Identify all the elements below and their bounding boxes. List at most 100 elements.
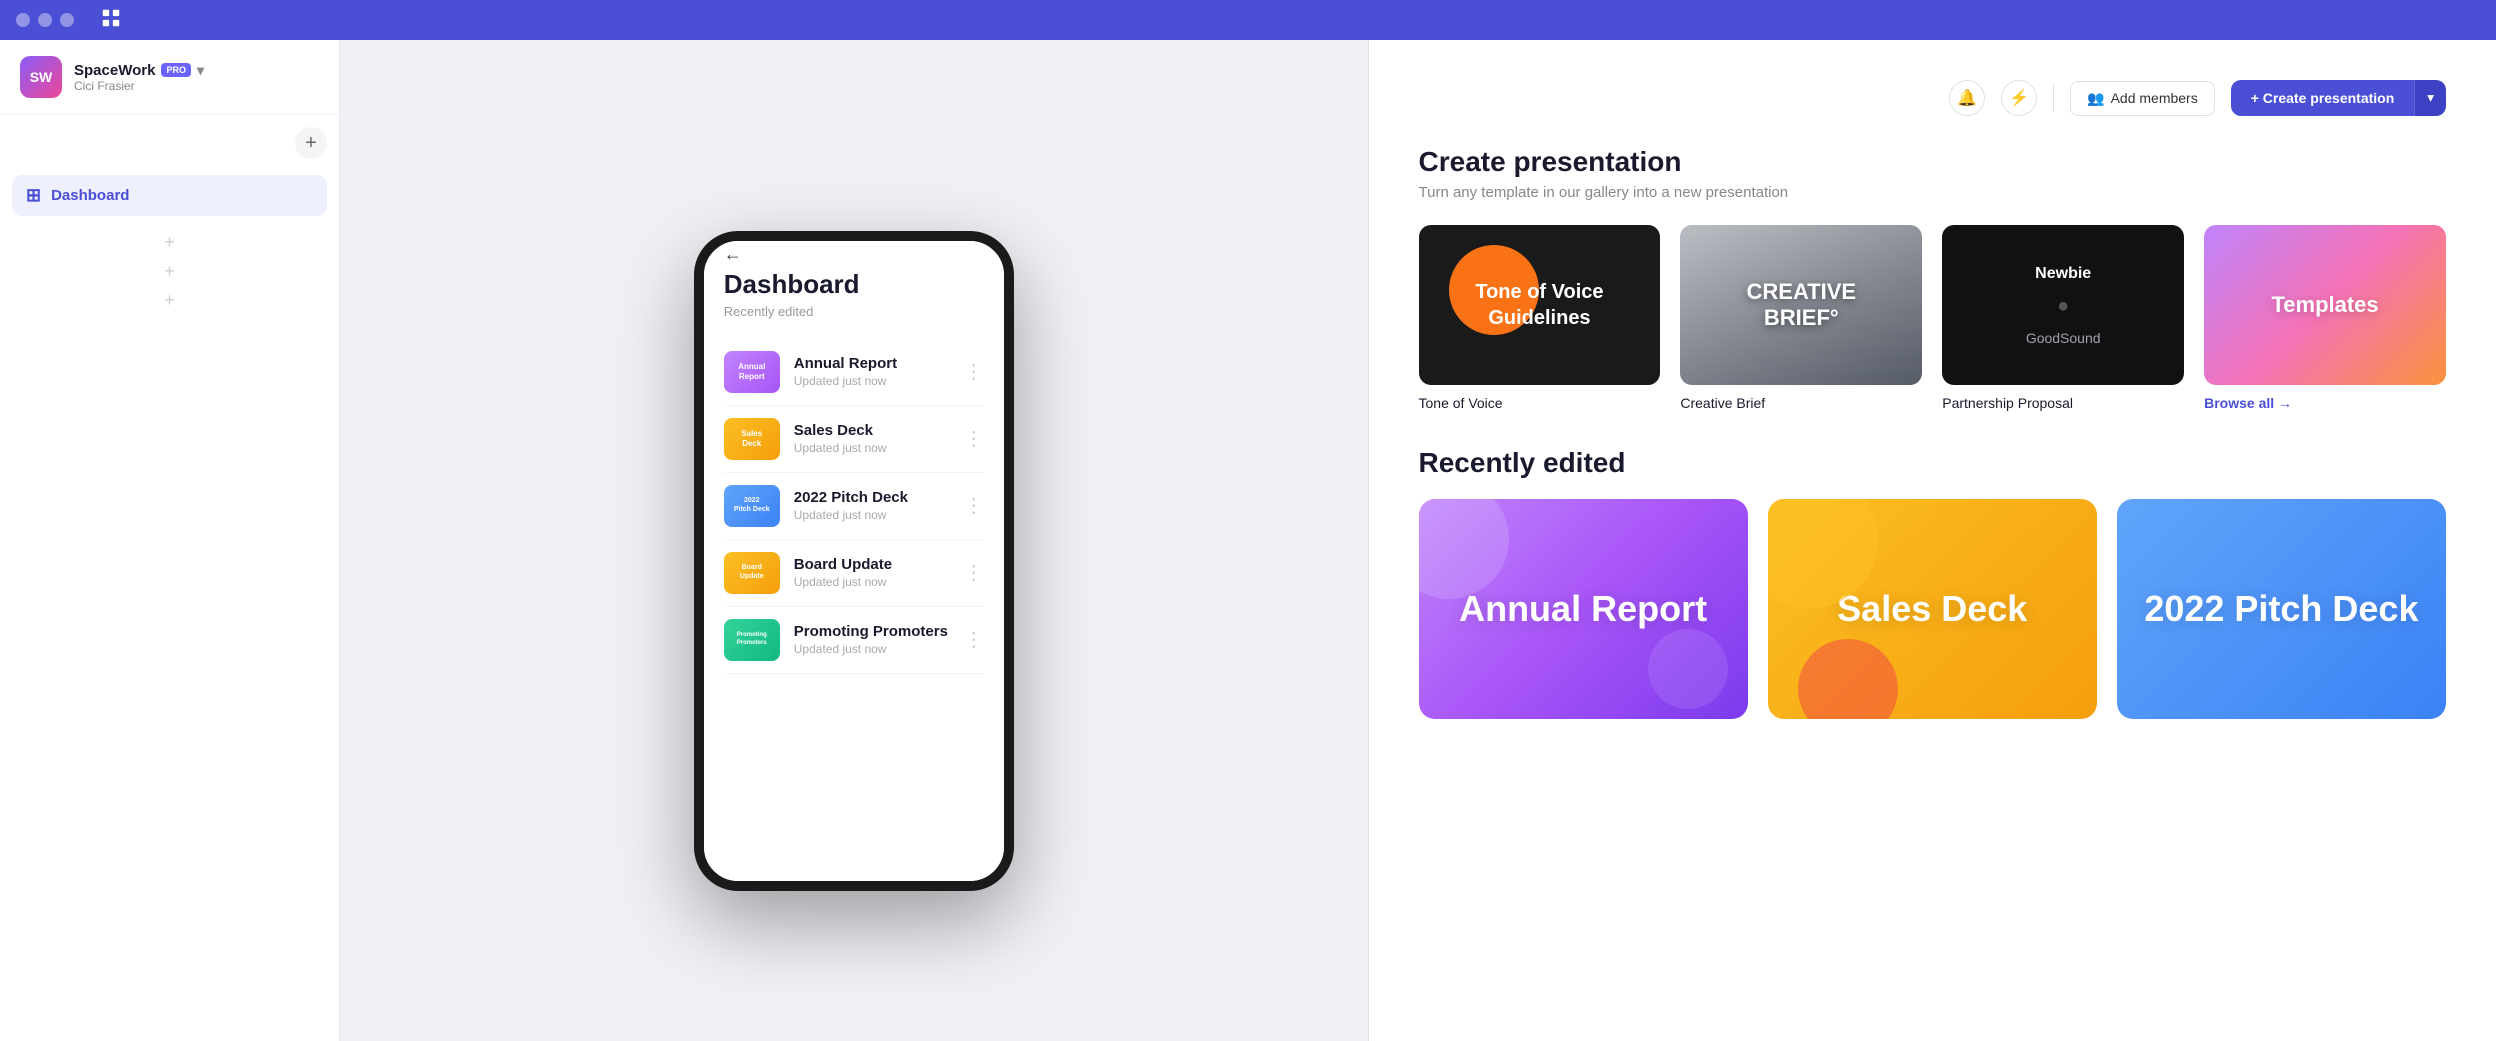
phone-thumb-board: BoardUpdate: [724, 552, 780, 594]
phone-item-updated-promoting: Updated just now: [794, 642, 950, 656]
sidebar: SW SpaceWork PRO ▾ Cici Frasier + ⊞ Dash…: [0, 40, 340, 1041]
partner-separator: ●: [2057, 295, 2069, 318]
annual-circle2: [1648, 629, 1728, 709]
workspace-header[interactable]: SW SpaceWork PRO ▾ Cici Frasier: [0, 40, 339, 115]
main-content: 🔔 ⚡ 👥 Add members + Create presentation …: [1369, 40, 2496, 1041]
workspace-avatar: SW: [20, 56, 62, 98]
sidebar-nav: + ⊞ Dashboard: [0, 115, 339, 228]
partner-goodsound-label: GoodSound: [2026, 330, 2101, 346]
phone-item-title-annual: Annual Report: [794, 355, 950, 372]
recent-card-sales[interactable]: Sales Deck: [1768, 499, 2097, 719]
creative-text: CREATIVEBRIEF°: [1747, 279, 1857, 331]
phone-item-more-promoting[interactable]: ⋮: [964, 627, 984, 652]
top-bar: [0, 0, 2496, 40]
phone-list-item-promoting[interactable]: PromotingPromoters Promoting Promoters U…: [724, 607, 984, 674]
sidebar-add-button[interactable]: +: [295, 127, 327, 159]
phone-thumb-annual: AnnualReport: [724, 351, 780, 393]
chevron-down-icon: ▾: [197, 62, 204, 79]
phone-dashboard-title: Dashboard: [724, 269, 984, 300]
sidebar-plus-3[interactable]: +: [0, 286, 339, 315]
phone-item-title-sales: Sales Deck: [794, 422, 950, 439]
workspace-name-row: SpaceWork PRO ▾: [74, 62, 319, 79]
phone-list-item-annual[interactable]: AnnualReport Annual Report Updated just …: [724, 339, 984, 406]
workspace-user-label: Cici Frasier: [74, 79, 319, 93]
traffic-light-max[interactable]: [60, 13, 74, 27]
lightning-button[interactable]: ⚡: [2001, 80, 2037, 116]
add-members-icon: 👥: [2087, 90, 2104, 107]
header-separator: [2053, 84, 2054, 112]
phone-status-bar: ←: [704, 241, 1004, 269]
template-thumb-creative: CREATIVEBRIEF°: [1680, 225, 1922, 385]
template-card-browse[interactable]: Templates Browse all →: [2204, 225, 2446, 411]
phone-item-info-promoting: Promoting Promoters Updated just now: [794, 623, 950, 656]
notifications-button[interactable]: 🔔: [1949, 80, 1985, 116]
recently-edited-title: Recently edited: [1419, 447, 2447, 479]
template-thumb-tone: Tone of VoiceGuidelines: [1419, 225, 1661, 385]
sidebar-plus-1[interactable]: +: [0, 228, 339, 257]
phone-item-more-pitch[interactable]: ⋮: [964, 493, 984, 518]
phone-item-info-pitch: 2022 Pitch Deck Updated just now: [794, 489, 950, 522]
traffic-light-min[interactable]: [38, 13, 52, 27]
recent-card-annual[interactable]: Annual Report: [1419, 499, 1748, 719]
sidebar-item-dashboard[interactable]: ⊞ Dashboard: [12, 175, 327, 216]
template-card-partnership[interactable]: Newbie ● GoodSound Partnership Proposal: [1942, 225, 2184, 411]
partner-newbie-label: Newbie: [2035, 265, 2091, 283]
recent-card-text-sales: Sales Deck: [1837, 588, 2027, 629]
phone-item-title-pitch: 2022 Pitch Deck: [794, 489, 950, 506]
phone-item-info-sales: Sales Deck Updated just now: [794, 422, 950, 455]
phone-item-updated-sales: Updated just now: [794, 441, 950, 455]
template-thumb-browse: Templates: [2204, 225, 2446, 385]
create-presentation-label: + Create presentation: [2251, 90, 2395, 106]
template-label-tone: Tone of Voice: [1419, 395, 1661, 411]
phone-item-updated-annual: Updated just now: [794, 374, 950, 388]
add-members-button[interactable]: 👥 Add members: [2070, 81, 2215, 116]
recent-card-pitch[interactable]: 2022 Pitch Deck: [2117, 499, 2446, 719]
template-thumb-partnership: Newbie ● GoodSound: [1942, 225, 2184, 385]
pro-badge: PRO: [161, 63, 191, 77]
sidebar-item-dashboard-label: Dashboard: [51, 187, 129, 204]
annual-circle1: [1419, 499, 1509, 599]
dashboard-icon: ⊞: [26, 185, 41, 206]
phone-item-title-promoting: Promoting Promoters: [794, 623, 950, 640]
sales-shapes: Sales Deck: [1768, 499, 2097, 719]
tone-text: Tone of VoiceGuidelines: [1475, 279, 1603, 331]
phone-list-item-pitch[interactable]: 2022Pitch Deck 2022 Pitch Deck Updated j…: [724, 473, 984, 540]
template-label-creative: Creative Brief: [1680, 395, 1922, 411]
phone-item-updated-board: Updated just now: [794, 575, 950, 589]
recent-card-text-annual: Annual Report: [1459, 588, 1707, 629]
phone-item-more-annual[interactable]: ⋮: [964, 359, 984, 384]
phone-mockup-area: ← Dashboard Recently edited AnnualReport…: [340, 40, 1369, 1041]
phone-thumb-promoting: PromotingPromoters: [724, 619, 780, 661]
create-section-subtitle: Turn any template in our gallery into a …: [1419, 184, 2447, 201]
phone-item-more-board[interactable]: ⋮: [964, 560, 984, 585]
template-card-creative[interactable]: CREATIVEBRIEF° Creative Brief: [1680, 225, 1922, 411]
recent-card-text-pitch: 2022 Pitch Deck: [2144, 588, 2418, 629]
phone-back-button[interactable]: ←: [724, 244, 742, 265]
recent-grid: Annual Report Sales Deck 2022 Pitch Deck: [1419, 499, 2447, 719]
phone-item-info-board: Board Update Updated just now: [794, 556, 950, 589]
phone-item-info-annual: Annual Report Updated just now: [794, 355, 950, 388]
browse-all-link[interactable]: Browse all →: [2204, 395, 2292, 411]
sidebar-plus-2[interactable]: +: [0, 257, 339, 286]
phone-screen: ← Dashboard Recently edited AnnualReport…: [704, 241, 1004, 881]
phone-recently-edited-label: Recently edited: [724, 304, 984, 319]
template-label-partnership: Partnership Proposal: [1942, 395, 2184, 411]
create-section-title: Create presentation: [1419, 146, 2447, 178]
phone-item-title-board: Board Update: [794, 556, 950, 573]
add-members-label: Add members: [2111, 90, 2198, 106]
phone-mockup: ← Dashboard Recently edited AnnualReport…: [694, 231, 1014, 891]
app-grid-icon[interactable]: [100, 7, 122, 34]
template-card-tone[interactable]: Tone of VoiceGuidelines Tone of Voice: [1419, 225, 1661, 411]
phone-list-item-board[interactable]: BoardUpdate Board Update Updated just no…: [724, 540, 984, 607]
phone-item-updated-pitch: Updated just now: [794, 508, 950, 522]
traffic-light-close[interactable]: [16, 13, 30, 27]
phone-item-more-sales[interactable]: ⋮: [964, 426, 984, 451]
create-presentation-dropdown[interactable]: ▾: [2414, 80, 2446, 116]
phone-list-item-sales[interactable]: SalesDeck Sales Deck Updated just now ⋮: [724, 406, 984, 473]
traffic-lights: [16, 13, 74, 27]
browse-all-card-text: Templates: [2271, 292, 2378, 318]
create-presentation-button[interactable]: + Create presentation: [2231, 80, 2415, 116]
phone-thumb-sales: SalesDeck: [724, 418, 780, 460]
workspace-info: SpaceWork PRO ▾ Cici Frasier: [74, 62, 319, 93]
annual-shapes: Annual Report: [1419, 499, 1748, 719]
